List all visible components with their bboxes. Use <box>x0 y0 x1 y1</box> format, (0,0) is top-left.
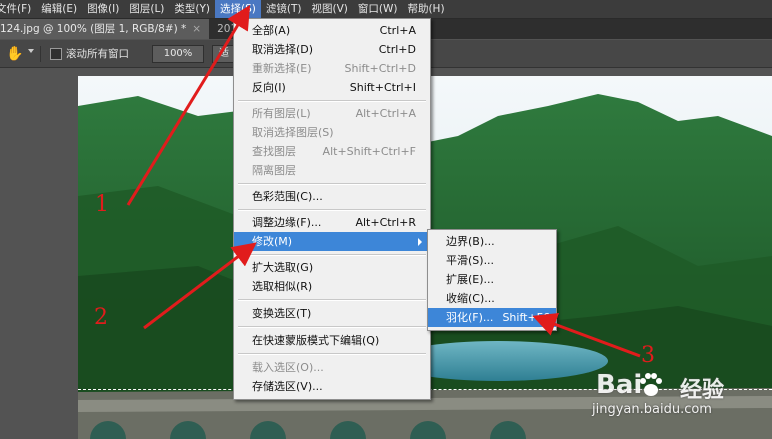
annotation-number-2: 2 <box>94 305 108 330</box>
watermark-text: 经验 <box>680 378 725 403</box>
arrow-to-modify <box>143 242 257 330</box>
paw-icon <box>640 373 662 396</box>
arrow-to-feather <box>532 313 641 358</box>
annotation-number-1: 1 <box>95 192 109 217</box>
watermark-url: jingyan.baidu.com <box>592 402 712 417</box>
annotation-number-3: 3 <box>641 343 655 368</box>
arrow-to-select-menu <box>126 4 251 206</box>
